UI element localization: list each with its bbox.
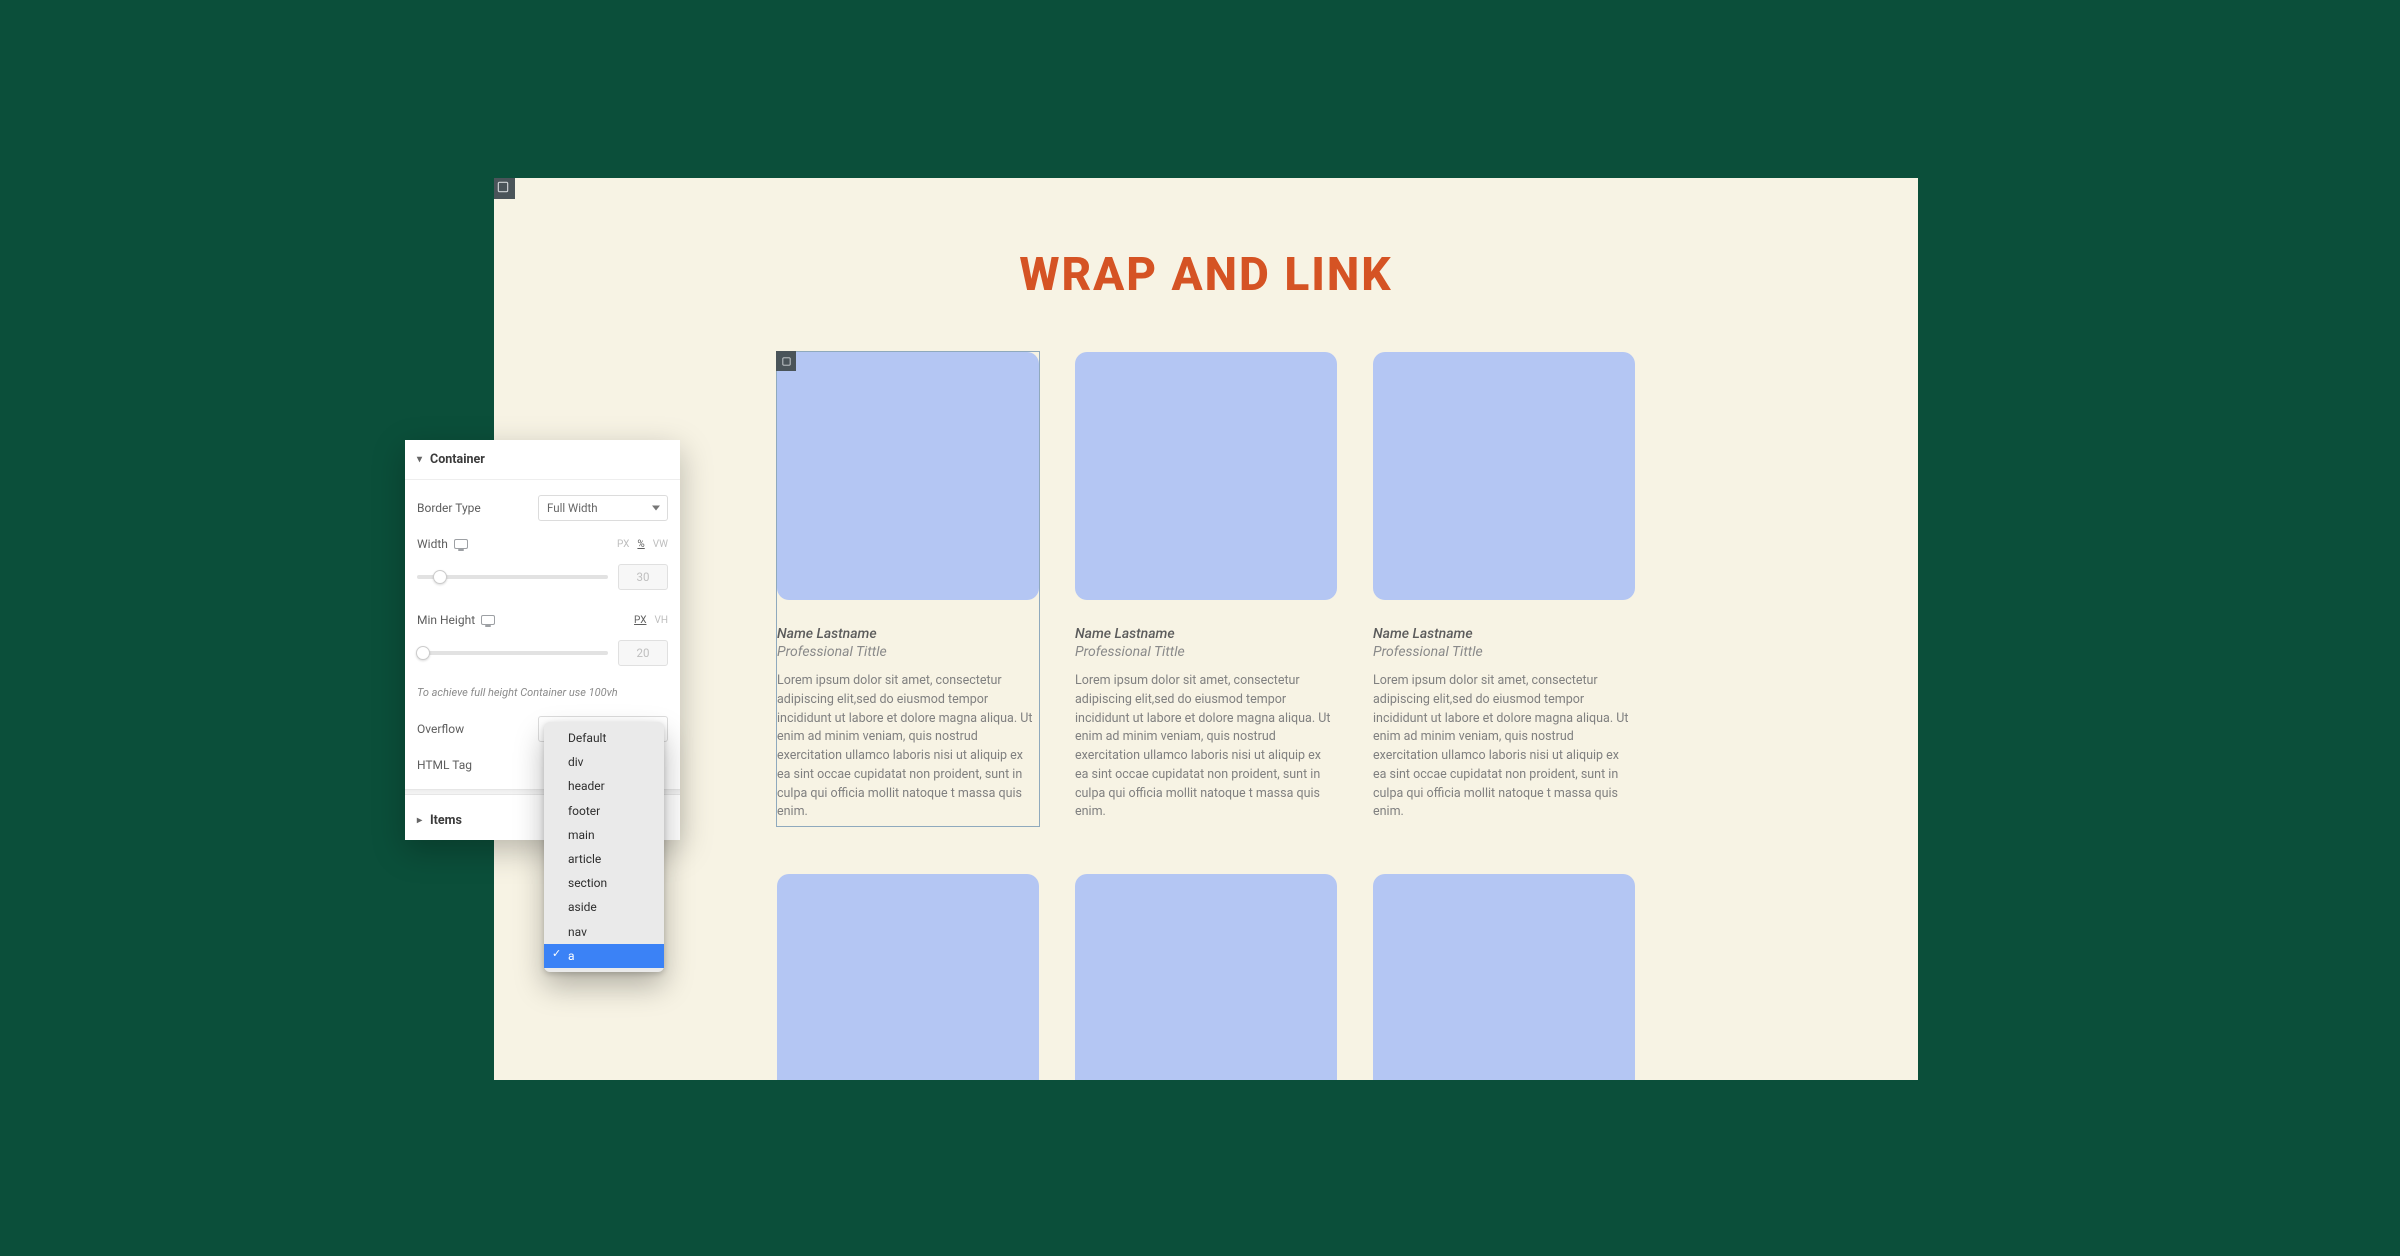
- min-height-input[interactable]: 20: [618, 640, 668, 666]
- html-tag-option-default[interactable]: Default: [544, 726, 664, 750]
- container-section-label: Container: [430, 452, 485, 467]
- card-image: [777, 352, 1039, 600]
- card[interactable]: [777, 874, 1039, 1080]
- html-tag-option-a[interactable]: a: [544, 944, 664, 968]
- page-title: WRAP AND LINK: [494, 248, 1918, 302]
- min-height-slider[interactable]: [417, 651, 608, 655]
- section-handle-icon[interactable]: [494, 178, 515, 199]
- border-type-select[interactable]: Full Width: [538, 495, 668, 521]
- unit-%[interactable]: %: [637, 539, 644, 550]
- card-image: [1373, 874, 1635, 1080]
- caret-right-icon: ▸: [417, 815, 422, 826]
- html-tag-dropdown[interactable]: Defaultdivheaderfootermainarticlesection…: [544, 722, 664, 972]
- card[interactable]: [1075, 874, 1337, 1080]
- html-tag-option-header[interactable]: header: [544, 774, 664, 798]
- html-tag-option-section[interactable]: section: [544, 871, 664, 895]
- card[interactable]: Name Lastname Professional Tittle Lorem ip…: [1373, 352, 1635, 826]
- card-name: Name Lastname: [1075, 626, 1337, 642]
- min-height-unit-tabs[interactable]: PX VH: [634, 615, 668, 626]
- card-image: [1075, 874, 1337, 1080]
- html-tag-option-article[interactable]: article: [544, 847, 664, 871]
- card-image: [1373, 352, 1635, 600]
- page-canvas[interactable]: WRAP AND LINK Name Lastname Professional …: [494, 178, 1918, 1080]
- html-tag-option-aside[interactable]: aside: [544, 895, 664, 919]
- min-height-label: Min Height: [417, 613, 495, 627]
- card-description: Lorem ipsum dolor sit amet, consectetur …: [1075, 672, 1337, 822]
- unit-vh[interactable]: VH: [654, 615, 668, 626]
- card-description: Lorem ipsum dolor sit amet, consectetur …: [777, 672, 1039, 822]
- html-tag-option-nav[interactable]: nav: [544, 920, 664, 944]
- unit-px[interactable]: PX: [617, 539, 629, 550]
- width-input[interactable]: 30: [618, 564, 668, 590]
- card-profession: Professional Tittle: [777, 644, 1039, 660]
- card[interactable]: Name Lastname Professional Tittle Lorem ip…: [777, 352, 1039, 826]
- container-handle-icon[interactable]: [776, 351, 796, 371]
- width-unit-tabs[interactable]: PX% VW: [617, 539, 668, 550]
- caret-down-icon: ▾: [417, 454, 422, 465]
- card[interactable]: Name Lastname Professional Tittle Lorem ip…: [1075, 352, 1337, 826]
- width-label: Width: [417, 537, 468, 551]
- min-height-hint: To achieve full height Container use 100…: [417, 678, 668, 711]
- card-profession: Professional Tittle: [1075, 644, 1337, 660]
- slider-thumb[interactable]: [433, 570, 447, 584]
- items-section-label: Items: [430, 813, 462, 828]
- card[interactable]: [1373, 874, 1635, 1080]
- unit-px[interactable]: PX: [634, 615, 646, 626]
- responsive-icon[interactable]: [454, 539, 468, 549]
- overflow-label: Overflow: [417, 722, 464, 736]
- width-slider[interactable]: [417, 575, 608, 579]
- card-name: Name Lastname: [1373, 626, 1635, 642]
- slider-thumb[interactable]: [416, 646, 430, 660]
- unit-vw[interactable]: VW: [653, 539, 668, 550]
- card-image: [1075, 352, 1337, 600]
- border-type-label: Border Type: [417, 501, 481, 515]
- html-tag-option-div[interactable]: div: [544, 750, 664, 774]
- card-description: Lorem ipsum dolor sit amet, consectetur …: [1373, 672, 1635, 822]
- responsive-icon[interactable]: [481, 615, 495, 625]
- card-name: Name Lastname: [777, 626, 1039, 642]
- html-tag-label: HTML Tag: [417, 758, 472, 772]
- card-grid: Name Lastname Professional Tittle Lorem ip…: [494, 352, 1918, 1080]
- card-profession: Professional Tittle: [1373, 644, 1635, 660]
- card-image: [777, 874, 1039, 1080]
- html-tag-option-footer[interactable]: footer: [544, 799, 664, 823]
- panel-section-container[interactable]: ▾ Container: [405, 440, 680, 480]
- border-type-value: Full Width: [547, 501, 598, 515]
- html-tag-option-main[interactable]: main: [544, 823, 664, 847]
